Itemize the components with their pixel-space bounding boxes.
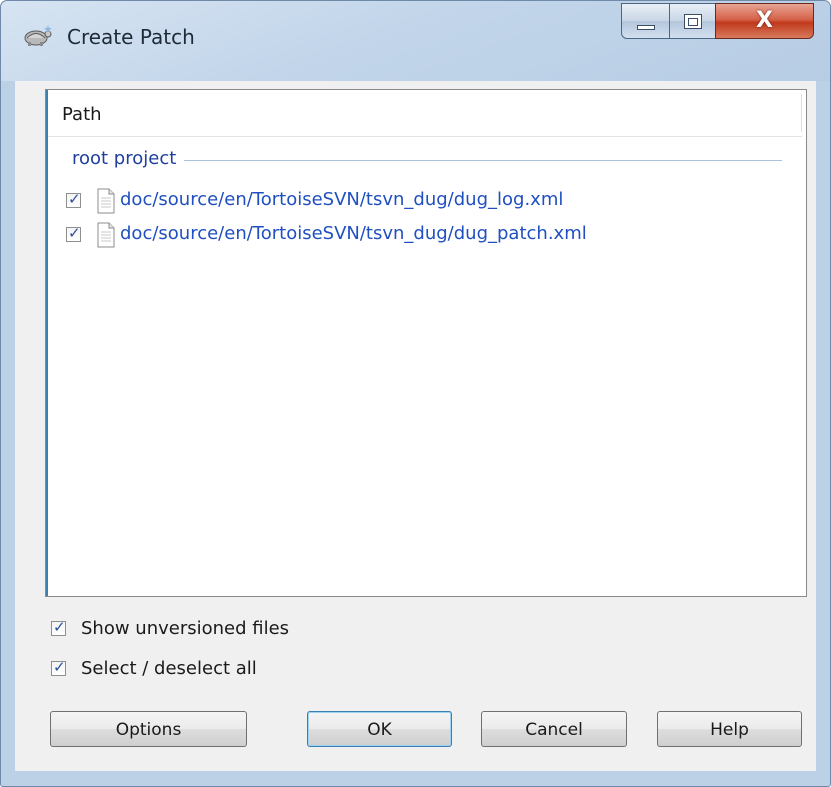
select-all-checkbox[interactable]: ✓ Select / deselect all: [51, 655, 351, 683]
options-button[interactable]: Options: [50, 711, 247, 747]
list-item[interactable]: ✓ doc/source/en/TortoiseSVN/tsvn_dug/dug…: [56, 220, 776, 250]
close-button[interactable]: X: [715, 3, 814, 39]
document-icon: [97, 188, 115, 214]
checkmark-icon: ✓: [53, 618, 66, 636]
checkmark-icon: ✓: [53, 658, 66, 676]
item-checkbox[interactable]: ✓: [66, 224, 81, 242]
window-controls: X: [621, 3, 821, 43]
show-unversioned-label[interactable]: Show unversioned files: [81, 618, 289, 639]
item-path[interactable]: doc/source/en/TortoiseSVN/tsvn_dug/dug_p…: [120, 223, 587, 244]
maximize-icon: [684, 14, 702, 29]
cancel-button[interactable]: Cancel: [481, 711, 627, 747]
column-header-label: Path: [62, 104, 102, 125]
window-title: Create Patch: [67, 25, 195, 49]
column-header-path[interactable]: Path: [48, 92, 802, 137]
title-bar[interactable]: Create Patch X: [1, 1, 830, 81]
group-label: root project: [72, 148, 185, 169]
create-patch-dialog: Create Patch X Path root project ✓ doc/s…: [0, 0, 831, 787]
minimize-icon: [637, 25, 655, 30]
file-list[interactable]: Path root project ✓ doc/source/en/Tortoi…: [45, 89, 807, 597]
item-checkbox[interactable]: ✓: [66, 190, 81, 208]
maximize-button[interactable]: [669, 3, 716, 39]
select-all-label[interactable]: Select / deselect all: [81, 658, 257, 679]
checkmark-icon: ✓: [68, 224, 81, 242]
group-header: root project: [72, 148, 782, 172]
list-item[interactable]: ✓ doc/source/en/TortoiseSVN/tsvn_dug/dug…: [56, 186, 776, 216]
dialog-client-area: Path root project ✓ doc/source/en/Tortoi…: [15, 81, 816, 771]
minimize-button[interactable]: [621, 3, 670, 39]
checkmark-icon: ✓: [68, 190, 81, 208]
item-path[interactable]: doc/source/en/TortoiseSVN/tsvn_dug/dug_l…: [120, 189, 563, 210]
column-separator[interactable]: [801, 94, 802, 132]
show-unversioned-checkbox[interactable]: ✓ Show unversioned files: [51, 615, 351, 643]
tortoise-icon: [24, 25, 52, 46]
help-button[interactable]: Help: [657, 711, 802, 747]
checkbox-box[interactable]: ✓: [51, 618, 66, 636]
ok-button[interactable]: OK: [307, 711, 452, 747]
document-icon: [97, 222, 115, 248]
close-icon: X: [756, 8, 773, 33]
checkbox-box[interactable]: ✓: [51, 658, 66, 676]
